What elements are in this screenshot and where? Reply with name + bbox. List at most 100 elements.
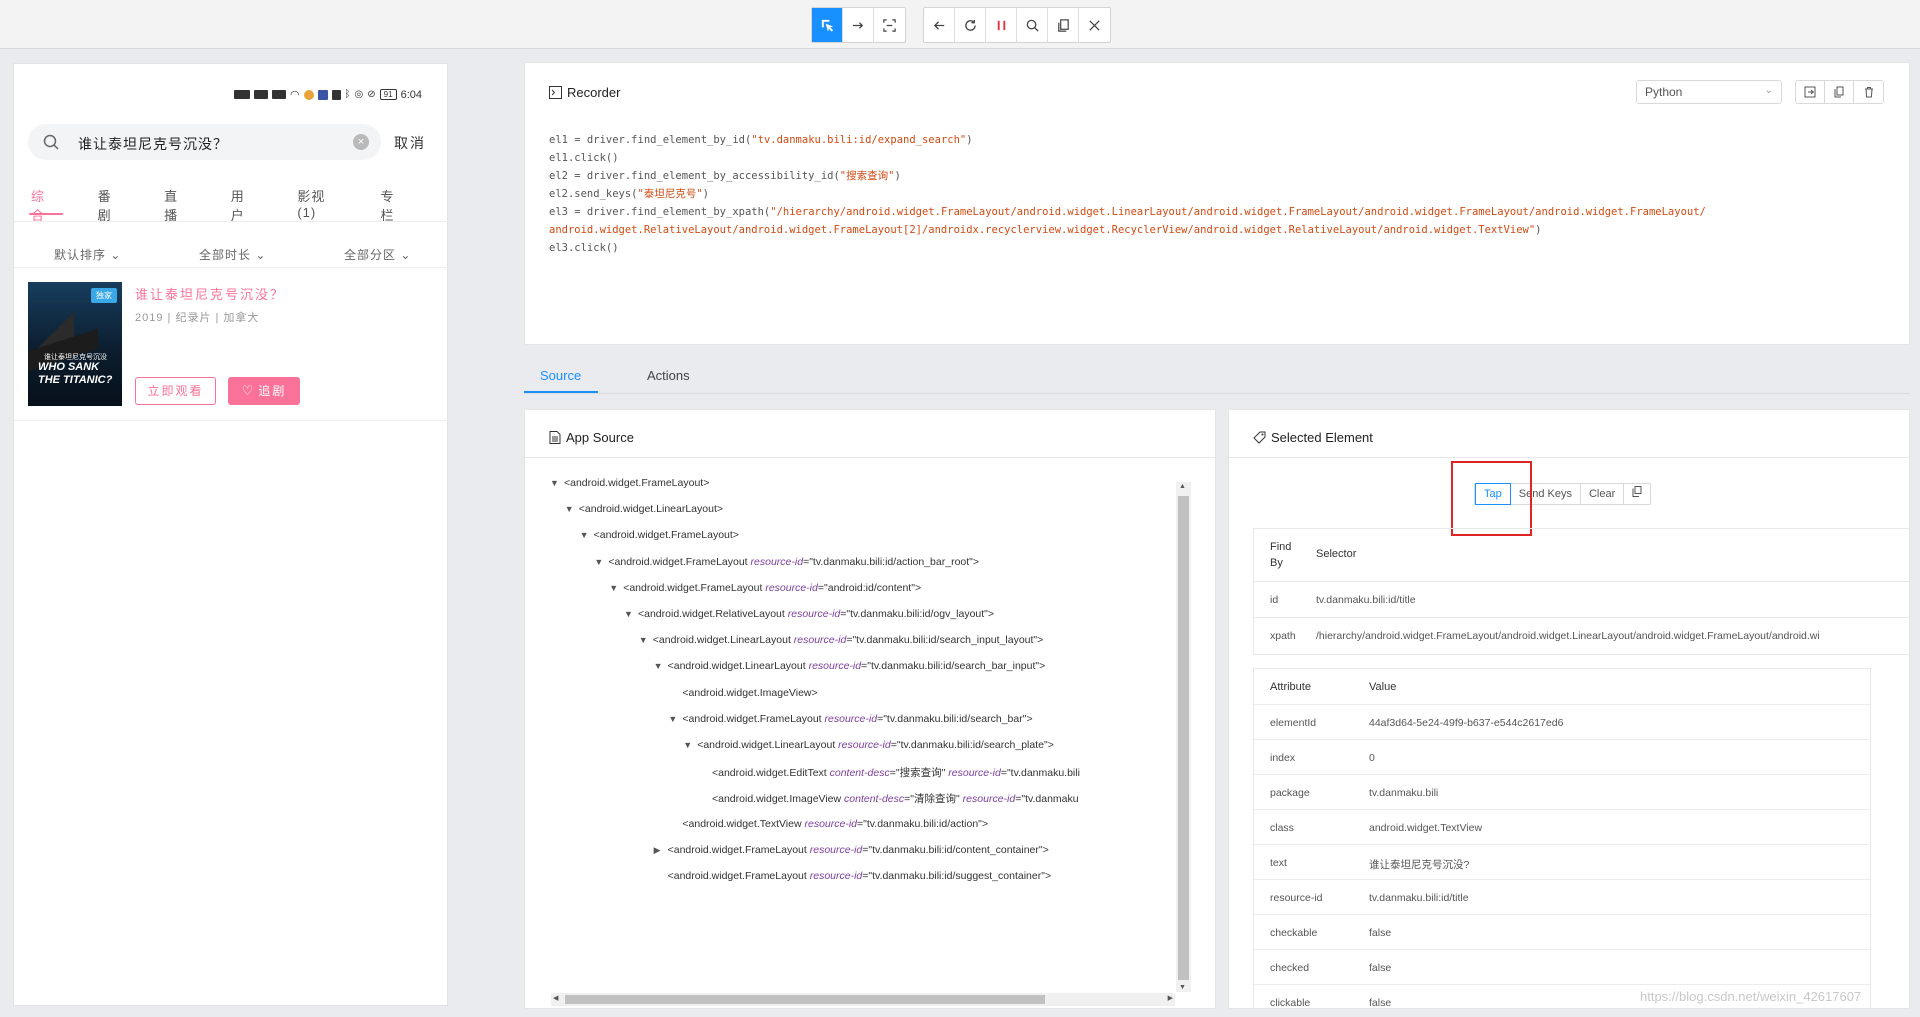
copy-icon bbox=[1834, 86, 1844, 98]
source-tree-node[interactable]: <android.widget.TextView resource-id="tv… bbox=[668, 818, 988, 830]
caret-down-icon[interactable]: ▼ bbox=[624, 609, 638, 619]
table-row: xpath /hierarchy/android.widget.FrameLay… bbox=[1254, 618, 1909, 654]
horizontal-scrollbar[interactable]: ◀ ▶ bbox=[551, 993, 1175, 1006]
scroll-up-icon[interactable]: ▲ bbox=[1179, 483, 1186, 490]
cancel-button[interactable]: 取消 bbox=[394, 133, 426, 153]
copy-attributes-button[interactable] bbox=[1624, 484, 1650, 504]
divider bbox=[14, 267, 449, 268]
table-row: index 0 bbox=[1254, 740, 1870, 775]
copy-code-button[interactable] bbox=[1825, 81, 1854, 103]
scroll-right-icon[interactable]: ▶ bbox=[1168, 994, 1173, 1002]
selected-element-header: Selected Element bbox=[1229, 410, 1909, 458]
back-button[interactable] bbox=[924, 8, 955, 42]
nfc-icon bbox=[331, 89, 341, 100]
caret-down-icon[interactable]: ▼ bbox=[550, 478, 564, 488]
divider bbox=[14, 420, 449, 421]
source-tree-node[interactable]: ▼ <android.widget.FrameLayout resource-id… bbox=[609, 582, 921, 594]
result-title[interactable]: 谁让泰坦尼克号沉没？ bbox=[135, 284, 285, 303]
source-tree-node[interactable]: ▶ <android.widget.FrameLayout resource-id… bbox=[654, 844, 1049, 856]
tab-actions[interactable]: Actions bbox=[647, 368, 690, 383]
node-tag-close: > bbox=[1042, 843, 1049, 856]
select-elements-button[interactable] bbox=[812, 8, 843, 42]
node-attr-name: resource-id bbox=[806, 843, 863, 856]
caret-down-icon[interactable]: ▼ bbox=[580, 530, 594, 540]
code-line: el2.send_keys("泰坦尼克号") bbox=[549, 185, 1899, 203]
pause-recording-button[interactable] bbox=[986, 8, 1017, 42]
source-tree-node[interactable]: ▼ <android.widget.FrameLayout resource-id… bbox=[594, 556, 979, 568]
node-tag: <android.widget.FrameLayout> bbox=[593, 529, 739, 542]
clear-actions-button[interactable] bbox=[1854, 81, 1883, 103]
tab-bangumi[interactable]: 番剧 bbox=[98, 186, 123, 224]
watch-now-button[interactable]: 立即观看 bbox=[135, 377, 216, 405]
source-tree-node[interactable]: <android.widget.ImageView content-desc="… bbox=[698, 791, 1079, 806]
status-time: 6:04 bbox=[400, 88, 422, 101]
tab-live[interactable]: 直播 bbox=[164, 186, 189, 224]
selector-cell[interactable]: tv.danmaku.bili:id/title bbox=[1316, 594, 1416, 606]
tab-users[interactable]: 用户 bbox=[231, 186, 256, 224]
attribute-value: 0 bbox=[1369, 752, 1375, 764]
scroll-left-icon[interactable]: ◀ bbox=[553, 994, 558, 1002]
caret-down-icon[interactable]: ▼ bbox=[594, 557, 608, 567]
clear-search-icon[interactable]: × bbox=[353, 134, 369, 150]
source-tree-node[interactable]: ▼ <android.widget.FrameLayout> bbox=[580, 529, 739, 541]
source-tree-node[interactable]: <android.widget.FrameLayout resource-id=… bbox=[654, 870, 1051, 882]
clear-button[interactable]: Clear bbox=[1581, 484, 1625, 504]
source-tree-node[interactable]: ▼ <android.widget.LinearLayout resource-i… bbox=[639, 634, 1044, 646]
search-elements-button[interactable] bbox=[1017, 8, 1048, 42]
source-tree-node[interactable]: ▼ <android.widget.LinearLayout resource-i… bbox=[654, 660, 1046, 672]
source-tree-node[interactable]: <android.widget.ImageView> bbox=[668, 687, 817, 699]
copy-xml-button[interactable] bbox=[1048, 8, 1079, 42]
device-screenshot[interactable]: ◠ ᛒ ◎ ⊘ 91 6:04 谁让泰坦尼克号沉没？ × 取消 综合 番剧 直播… bbox=[13, 63, 449, 1006]
tab-all[interactable]: 综合 bbox=[29, 186, 63, 224]
battery-icon: 91 bbox=[379, 89, 397, 100]
scrollbar-thumb[interactable] bbox=[1178, 496, 1189, 980]
node-tag-close: > bbox=[981, 817, 989, 830]
source-tree-node[interactable]: ▼ <android.widget.LinearLayout> bbox=[565, 503, 723, 515]
quit-session-button[interactable] bbox=[1079, 8, 1110, 42]
caret-down-icon[interactable]: ▼ bbox=[639, 635, 653, 645]
refresh-button[interactable] bbox=[955, 8, 986, 42]
source-tree-node[interactable]: <android.widget.EditText content-desc="搜… bbox=[698, 765, 1080, 780]
source-tree-node[interactable]: ▼ <android.widget.RelativeLayout resource… bbox=[624, 608, 994, 620]
node-attr-value: "tv.danmaku.bili bbox=[1006, 767, 1080, 780]
node-attr-name: resource-id bbox=[747, 555, 804, 568]
show-boilerplate-button[interactable] bbox=[1796, 81, 1825, 103]
swipe-button[interactable] bbox=[843, 8, 874, 42]
code-token: "泰坦尼克号" bbox=[637, 188, 703, 200]
node-attr-value: "tv.danmaku.bili:id/search_bar_input" bbox=[867, 660, 1040, 673]
code-token: el3 = driver.find_element_by_xpath( bbox=[549, 206, 771, 218]
selector-cell[interactable]: /hierarchy/android.widget.FrameLayout/an… bbox=[1316, 630, 1820, 642]
caret-down-icon[interactable]: ▼ bbox=[668, 714, 682, 724]
follow-button[interactable]: ♡ 追剧 bbox=[228, 377, 300, 405]
caret-down-icon[interactable]: ▼ bbox=[654, 661, 668, 671]
table-row: id tv.danmaku.bili:id/title bbox=[1254, 582, 1909, 618]
scroll-down-icon[interactable]: ▼ bbox=[1179, 984, 1186, 991]
column-header: Find By bbox=[1270, 541, 1292, 569]
caret-down-icon[interactable]: ▼ bbox=[565, 504, 579, 514]
node-attr-name: resource-id bbox=[821, 712, 878, 725]
node-tag-close: > bbox=[1037, 634, 1044, 647]
recorder-panel: Recorder Python ⌄ el1 = driver.find_elem… bbox=[524, 62, 1910, 345]
zone-filter[interactable]: 全部分区 ⌄ bbox=[344, 246, 411, 263]
language-select[interactable]: Python ⌄ bbox=[1636, 80, 1782, 104]
node-attr-name: resource-id bbox=[805, 660, 862, 673]
node-attr-name: resource-id bbox=[762, 581, 818, 594]
tab-source[interactable]: Source bbox=[540, 368, 581, 383]
source-tree-node[interactable]: ▼ <android.widget.FrameLayout> bbox=[550, 477, 709, 489]
tab-movies[interactable]: 影视(1) bbox=[297, 186, 338, 224]
source-tree-node[interactable]: ▼ <android.widget.FrameLayout resource-id… bbox=[668, 713, 1032, 725]
duration-filter[interactable]: 全部时长 ⌄ bbox=[199, 246, 266, 263]
vertical-scrollbar[interactable]: ▲ ▼ bbox=[1176, 482, 1191, 992]
source-tree-node[interactable]: ▼ <android.widget.LinearLayout resource-i… bbox=[683, 739, 1054, 751]
search-input[interactable]: 谁让泰坦尼克号沉没？ × bbox=[28, 124, 381, 160]
tab-columns[interactable]: 专栏 bbox=[380, 186, 405, 224]
sort-filter[interactable]: 默认排序 ⌄ bbox=[54, 246, 121, 263]
poster-image[interactable]: 独家 谁让泰坦尼克号沉没 WHO SANK THE TITANIC? bbox=[28, 282, 122, 406]
source-tree[interactable]: ▼ <android.widget.FrameLayout> ▼ <android.w… bbox=[525, 477, 1175, 982]
caret-right-icon[interactable]: ▶ bbox=[654, 845, 668, 856]
tap-by-coordinates-button[interactable] bbox=[874, 8, 905, 42]
caret-down-icon[interactable]: ▼ bbox=[683, 740, 697, 750]
recorded-code: el1 = driver.find_element_by_id("tv.danm… bbox=[549, 131, 1899, 257]
scrollbar-thumb[interactable] bbox=[565, 995, 1045, 1004]
caret-down-icon[interactable]: ▼ bbox=[609, 583, 623, 593]
